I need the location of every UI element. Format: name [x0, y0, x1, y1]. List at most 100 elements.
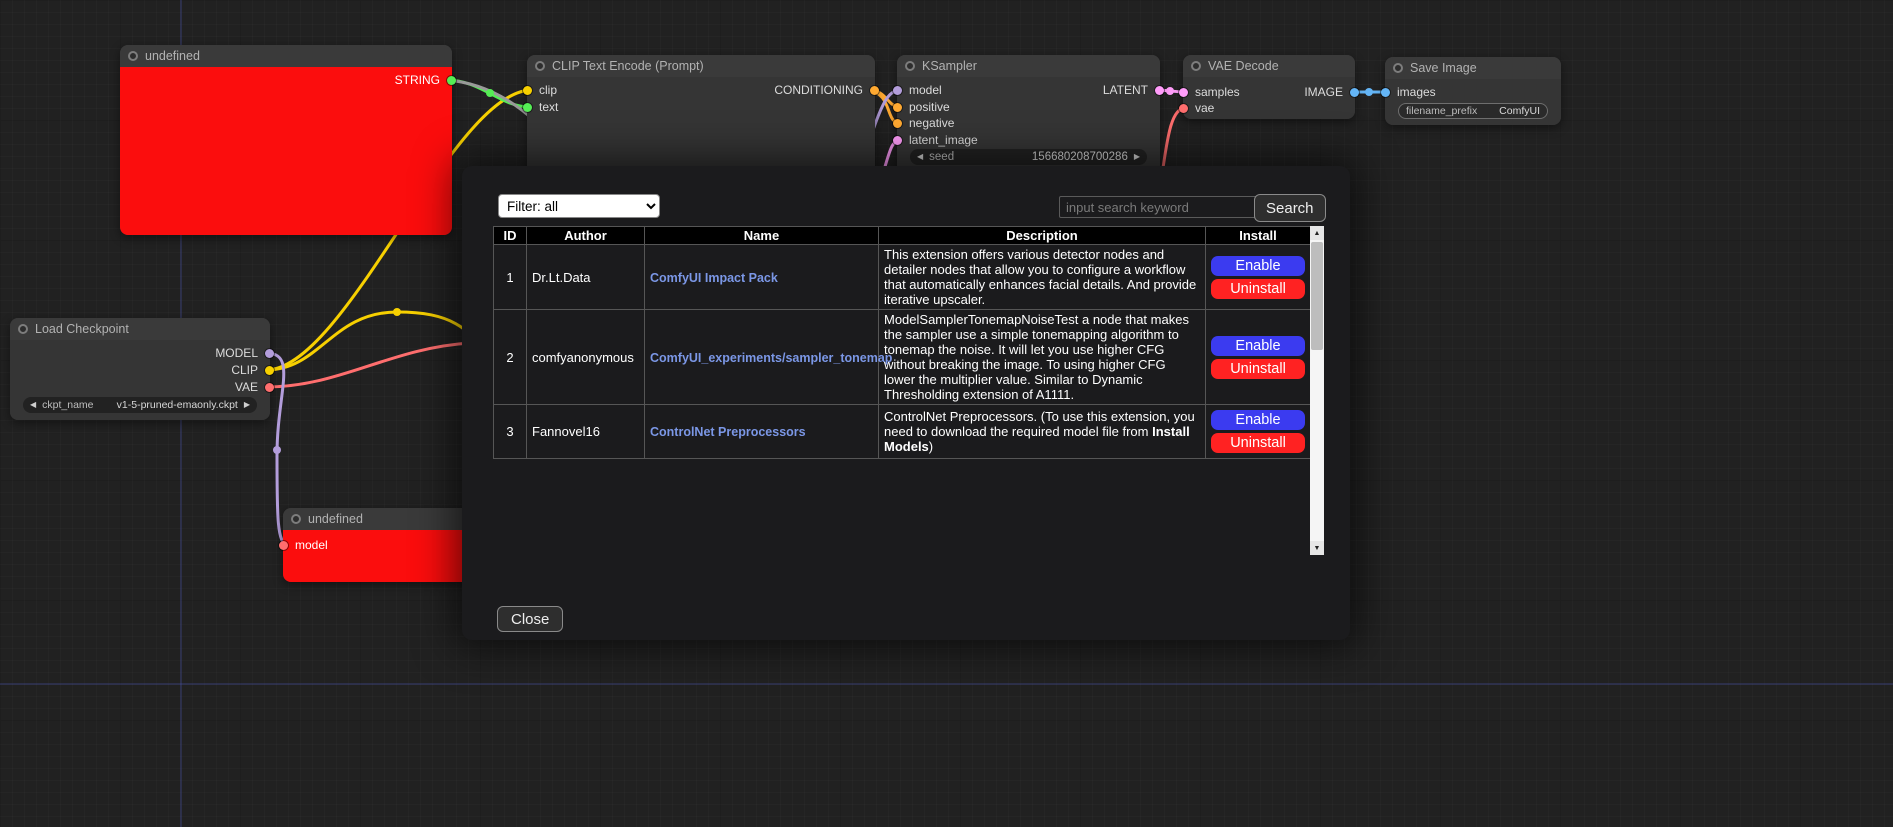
seed-widget[interactable]: ◀ seed 156680208700286 ▶: [910, 149, 1147, 165]
output-port-model[interactable]: [265, 349, 274, 358]
input-port-negative[interactable]: [893, 119, 902, 128]
table-scrollbar[interactable]: ▲ ▼: [1310, 226, 1324, 555]
filter-select[interactable]: Filter: all: [498, 194, 660, 218]
input-port-clip[interactable]: [523, 86, 532, 95]
input-slot-model[interactable]: model: [279, 537, 328, 553]
slot-label: clip: [539, 83, 557, 97]
node-title: undefined: [145, 49, 200, 63]
input-slot-text[interactable]: text: [523, 99, 558, 115]
node-vae-decode[interactable]: VAE Decode samples vae IMAGE: [1183, 55, 1355, 119]
collapse-dot-icon[interactable]: [1393, 63, 1403, 73]
table-row: 1 Dr.Lt.Data ComfyUI Impact Pack This ex…: [494, 245, 1311, 310]
input-slot-vae[interactable]: vae: [1179, 100, 1214, 116]
filename-prefix-widget[interactable]: filename_prefix ComfyUI: [1398, 103, 1548, 119]
collapse-dot-icon[interactable]: [128, 51, 138, 61]
node-save-image[interactable]: Save Image images filename_prefix ComfyU…: [1385, 57, 1561, 125]
collapse-dot-icon[interactable]: [18, 324, 28, 334]
slot-label: model: [909, 83, 942, 97]
enable-button[interactable]: Enable: [1211, 410, 1305, 430]
input-port-samples[interactable]: [1179, 88, 1188, 97]
slot-label: CLIP: [231, 363, 258, 377]
collapse-dot-icon[interactable]: [1191, 61, 1201, 71]
output-slot-conditioning[interactable]: CONDITIONING: [774, 82, 879, 98]
widget-value: 156680208700286: [1032, 151, 1128, 163]
ext-name-link[interactable]: ComfyUI_experiments/sampler_tonemap: [650, 351, 892, 365]
node-header[interactable]: CLIP Text Encode (Prompt): [527, 55, 875, 77]
input-slot-latent-image[interactable]: latent_image: [893, 132, 978, 148]
header-id: ID: [494, 227, 527, 245]
decrement-arrow-icon[interactable]: ◀: [917, 153, 923, 161]
uninstall-button[interactable]: Uninstall: [1211, 279, 1305, 299]
slot-label: text: [539, 100, 558, 114]
input-slot-images[interactable]: images: [1381, 84, 1436, 100]
input-slot-samples[interactable]: samples: [1179, 84, 1240, 100]
search-input[interactable]: [1059, 196, 1259, 218]
slot-label: LATENT: [1103, 83, 1148, 97]
input-port-text[interactable]: [523, 103, 532, 112]
node-title: CLIP Text Encode (Prompt): [552, 59, 704, 73]
slot-label: STRING: [395, 73, 440, 87]
collapse-dot-icon[interactable]: [905, 61, 915, 71]
node-undefined-string[interactable]: undefined STRING: [120, 45, 452, 235]
scrollbar-thumb[interactable]: [1311, 242, 1323, 350]
input-port-images[interactable]: [1381, 88, 1390, 97]
scroll-up-icon[interactable]: ▲: [1310, 226, 1324, 240]
input-slot-negative[interactable]: negative: [893, 115, 954, 131]
output-slot-string[interactable]: STRING: [395, 72, 456, 88]
node-header[interactable]: KSampler: [897, 55, 1160, 77]
output-port-latent[interactable]: [1155, 86, 1164, 95]
input-port-latent-image[interactable]: [893, 136, 902, 145]
output-port-conditioning[interactable]: [870, 86, 879, 95]
enable-button[interactable]: Enable: [1211, 256, 1305, 276]
slot-label: MODEL: [215, 346, 258, 360]
node-load-checkpoint[interactable]: Load Checkpoint MODEL CLIP VAE ◀ ckpt_na…: [10, 318, 270, 420]
ckpt-name-widget[interactable]: ◀ ckpt_name v1-5-pruned-emaonly.ckpt ▶: [23, 397, 257, 413]
input-port-model[interactable]: [279, 541, 288, 550]
search-button[interactable]: Search: [1254, 194, 1326, 222]
output-slot-model[interactable]: MODEL: [215, 345, 274, 361]
collapse-dot-icon[interactable]: [535, 61, 545, 71]
increment-arrow-icon[interactable]: ▶: [1134, 153, 1140, 161]
output-port-vae[interactable]: [265, 383, 274, 392]
ext-author: Dr.Lt.Data: [527, 245, 645, 310]
widget-label: seed: [929, 151, 954, 163]
node-header[interactable]: Load Checkpoint: [10, 318, 270, 340]
slot-label: vae: [1195, 101, 1214, 115]
previous-arrow-icon[interactable]: ◀: [30, 401, 36, 409]
node-header[interactable]: VAE Decode: [1183, 55, 1355, 77]
slot-label: model: [295, 538, 328, 552]
output-slot-latent[interactable]: LATENT: [1103, 82, 1164, 98]
output-slot-vae[interactable]: VAE: [235, 379, 274, 395]
node-header[interactable]: undefined: [120, 45, 452, 67]
scroll-down-icon[interactable]: ▼: [1310, 541, 1324, 555]
comfyui-canvas[interactable]: undefined STRING CLIP Text Encode (Promp…: [0, 0, 1893, 827]
slot-label: negative: [909, 116, 954, 130]
input-port-vae[interactable]: [1179, 104, 1188, 113]
slot-label: positive: [909, 100, 950, 114]
next-arrow-icon[interactable]: ▶: [244, 401, 250, 409]
input-slot-model[interactable]: model: [893, 82, 942, 98]
output-slot-image[interactable]: IMAGE: [1304, 84, 1359, 100]
link-vae-to-vaedecode: [1162, 108, 1186, 175]
ext-name-link[interactable]: ComfyUI Impact Pack: [650, 271, 778, 285]
node-header[interactable]: Save Image: [1385, 57, 1561, 79]
header-install: Install: [1206, 227, 1311, 245]
output-slot-clip[interactable]: CLIP: [231, 362, 274, 378]
manager-dialog: Filter: all Search ID Author Name Descri…: [462, 166, 1350, 640]
collapse-dot-icon[interactable]: [291, 514, 301, 524]
uninstall-button[interactable]: Uninstall: [1211, 433, 1305, 453]
ext-install-cell: Enable Uninstall: [1206, 310, 1311, 405]
input-slot-positive[interactable]: positive: [893, 99, 950, 115]
ext-id: 2: [494, 310, 527, 405]
output-port-string[interactable]: [447, 76, 456, 85]
input-port-model[interactable]: [893, 86, 902, 95]
uninstall-button[interactable]: Uninstall: [1211, 359, 1305, 379]
ext-install-cell: Enable Uninstall: [1206, 245, 1311, 310]
close-button[interactable]: Close: [497, 606, 563, 632]
enable-button[interactable]: Enable: [1211, 336, 1305, 356]
ext-name-link[interactable]: ControlNet Preprocessors: [650, 425, 806, 439]
output-port-image[interactable]: [1350, 88, 1359, 97]
input-slot-clip[interactable]: clip: [523, 82, 557, 98]
output-port-clip[interactable]: [265, 366, 274, 375]
input-port-positive[interactable]: [893, 103, 902, 112]
